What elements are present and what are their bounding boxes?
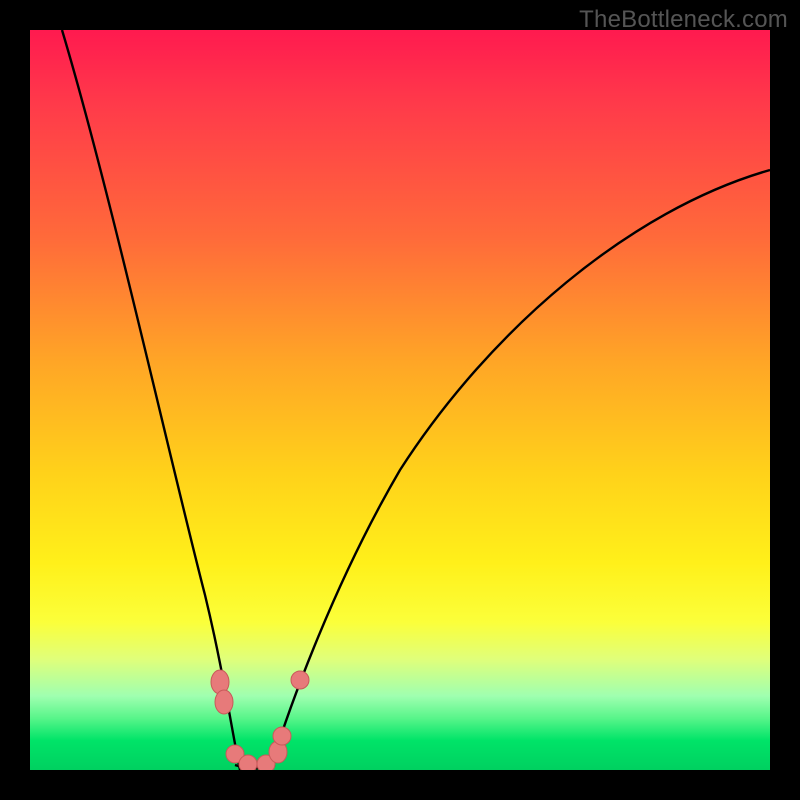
chart-frame: [30, 30, 770, 770]
curve-markers: [211, 670, 309, 770]
marker-dot: [273, 727, 291, 745]
marker-dot: [215, 690, 233, 714]
bottleneck-curve-svg: [30, 30, 770, 770]
curve-left-branch: [62, 30, 240, 770]
curve-right-branch: [270, 170, 770, 770]
marker-dot: [291, 671, 309, 689]
marker-dot: [239, 755, 257, 770]
